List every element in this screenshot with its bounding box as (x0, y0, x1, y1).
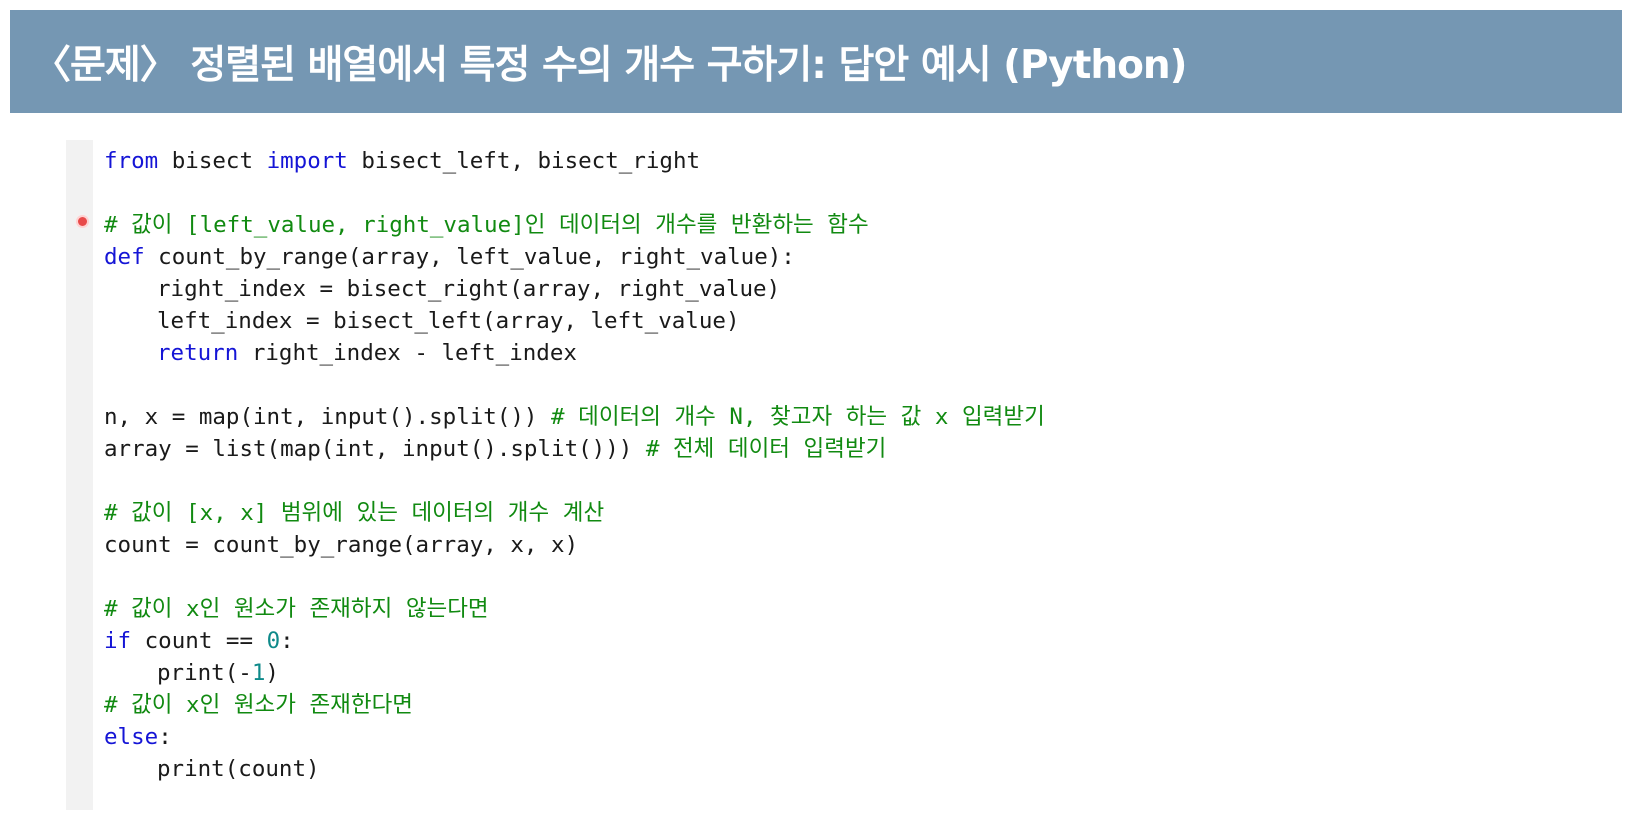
comment: # 전체 데이터 입력받기 (645, 436, 887, 462)
code-text: print(- (157, 660, 252, 686)
code-text: count = count_by_range(array, x, x) (104, 532, 579, 558)
code-text: print(count) (157, 756, 320, 782)
slide-title: 〈문제〉 정렬된 배열에서 특정 수의 개수 구하기: 답안 예시 (Pytho… (32, 42, 1187, 88)
keyword: import (266, 148, 348, 174)
code-line: else: (104, 721, 1604, 753)
code-line: # 값이 x인 원소가 존재하지 않는다면 (104, 593, 1604, 625)
code-text: bisect_left, bisect_right (347, 148, 701, 174)
code-line: right_index = bisect_right(array, right_… (104, 273, 1604, 305)
comment: # 값이 [left_value, right_value]인 데이터의 개수를… (104, 212, 869, 238)
code-line: if count == 0: (104, 625, 1604, 657)
code-line: # 값이 [left_value, right_value]인 데이터의 개수를… (104, 209, 1604, 241)
code-text: right_index = bisect_right(array, right_… (157, 276, 781, 302)
keyword: return (157, 340, 239, 366)
comment: # 값이 [x, x] 범위에 있는 데이터의 개수 계산 (104, 500, 605, 526)
code-text: right_index - left_index (238, 340, 577, 366)
code-text: bisect (158, 148, 267, 174)
code-line: array = list(map(int, input().split())) … (104, 433, 1604, 465)
code-text: : (158, 724, 172, 750)
code-line: print(count) (104, 753, 1604, 785)
code-block: from bisect import bisect_left, bisect_r… (104, 145, 1604, 785)
code-text: count == (131, 628, 267, 654)
code-text: : (280, 628, 294, 654)
keyword: def (104, 244, 145, 270)
keyword: from (104, 148, 159, 174)
code-line: print(-1) (104, 657, 1604, 689)
keyword: else (104, 724, 159, 750)
code-line: # 값이 [x, x] 범위에 있는 데이터의 개수 계산 (104, 497, 1604, 529)
code-line: n, x = map(int, input().split()) # 데이터의 … (104, 401, 1604, 433)
title-bar: 〈문제〉 정렬된 배열에서 특정 수의 개수 구하기: 답안 예시 (Pytho… (10, 10, 1622, 113)
comment: # 데이터의 개수 N, 찾고자 하는 값 x 입력받기 (551, 404, 1045, 430)
code-text: n, x = map(int, input().split()) (104, 404, 552, 430)
code-text: ) (265, 660, 279, 686)
number-literal: 1 (251, 660, 266, 686)
code-line: count = count_by_range(array, x, x) (104, 529, 1604, 561)
keyword: if (104, 628, 132, 654)
number-literal: 0 (266, 628, 281, 654)
code-text: array = list(map(int, input().split())) (104, 436, 646, 462)
code-line: # 값이 x인 원소가 존재한다면 (104, 689, 1604, 721)
code-text: left_index = bisect_left(array, left_val… (157, 308, 740, 334)
code-gutter (66, 140, 93, 810)
code-text: count_by_range(array, left_value, right_… (144, 244, 795, 270)
breakpoint-marker[interactable] (78, 217, 87, 226)
code-line: return right_index - left_index (104, 337, 1604, 369)
code-line: left_index = bisect_left(array, left_val… (104, 305, 1604, 337)
code-line: from bisect import bisect_left, bisect_r… (104, 145, 1604, 177)
comment: # 값이 x인 원소가 존재한다면 (104, 692, 413, 718)
comment: # 값이 x인 원소가 존재하지 않는다면 (104, 596, 489, 622)
code-line: def count_by_range(array, left_value, ri… (104, 241, 1604, 273)
